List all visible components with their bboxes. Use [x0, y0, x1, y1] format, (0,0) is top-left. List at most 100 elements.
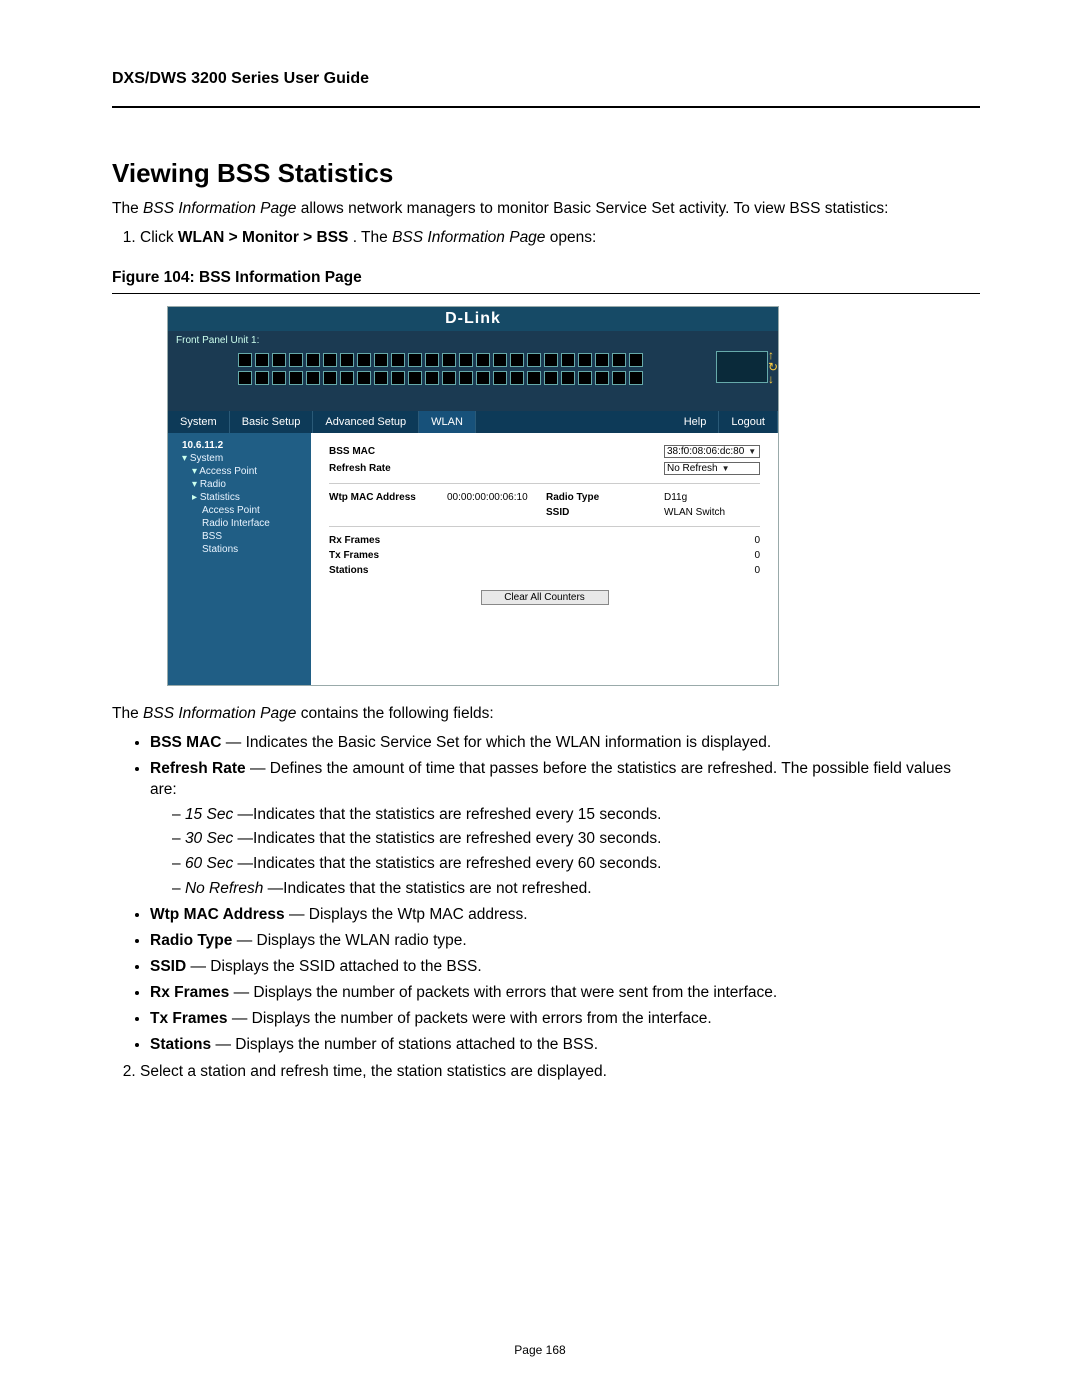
term: Stations: [150, 1036, 211, 1053]
tab-advanced-setup[interactable]: Advanced Setup: [313, 411, 419, 433]
desc: —Indicates that the statistics are refre…: [238, 855, 662, 872]
value-wtp-mac: 00:00:00:00:06:10: [443, 490, 542, 505]
tree-system[interactable]: ▾ System: [172, 452, 307, 465]
steps-list-cont: Select a station and refresh time, the s…: [112, 1062, 980, 1083]
page-number: Page 168: [0, 1343, 1080, 1357]
label-bss-mac: BSS MAC: [325, 443, 443, 460]
content-pane: BSS MAC 38:f0:08:06:dc:80 Refresh Rate N…: [311, 433, 778, 685]
step-2: Select a station and refresh time, the s…: [140, 1062, 980, 1083]
tree-access-point[interactable]: ▾ Access Point: [172, 465, 307, 478]
brand-bar: D-Link: [168, 307, 778, 331]
desc: — Displays the number of stations attach…: [215, 1036, 598, 1053]
nav-tree: 10.6.11.2 ▾ System ▾ Access Point ▾ Radi…: [168, 433, 311, 685]
value-radio-type: D11g: [660, 490, 764, 505]
term: BSS MAC: [150, 734, 221, 751]
opt-no-refresh: No Refresh —Indicates that the statistic…: [172, 879, 980, 900]
tab-basic-setup[interactable]: Basic Setup: [230, 411, 314, 433]
term: Rx Frames: [150, 984, 229, 1001]
clear-counters-button[interactable]: Clear All Counters: [481, 590, 609, 605]
value-tx-frames: 0: [660, 548, 764, 563]
label-stations: Stations: [325, 563, 443, 578]
intro-paragraph: The BSS Information Page allows network …: [112, 199, 980, 220]
text: allows network managers to monitor Basic…: [301, 200, 889, 217]
figure-rule: [112, 293, 980, 294]
tab-system[interactable]: System: [168, 411, 230, 433]
term-em: No Refresh: [185, 880, 263, 897]
value-ssid: WLAN Switch: [660, 505, 764, 520]
tree-statistics[interactable]: ▸ Statistics: [172, 491, 307, 504]
select-bss-mac[interactable]: 38:f0:08:06:dc:80: [664, 445, 760, 458]
tree-stat-access-point[interactable]: Access Point: [172, 504, 307, 517]
tab-logout[interactable]: Logout: [719, 411, 778, 433]
step-1: Click WLAN > Monitor > BSS . The BSS Inf…: [140, 228, 980, 249]
tree-label: System: [190, 453, 223, 464]
tree-ip[interactable]: 10.6.11.2: [172, 439, 307, 452]
term: SSID: [150, 958, 186, 975]
desc: — Displays the Wtp MAC address.: [289, 906, 528, 923]
text-em: BSS Information Page: [392, 229, 545, 246]
text: . The: [353, 229, 392, 246]
collapse-icon: ▾: [182, 453, 190, 464]
term-em: 15 Sec: [185, 806, 233, 823]
text: opens:: [550, 229, 597, 246]
fields-intro: The BSS Information Page contains the fo…: [112, 704, 980, 725]
field-refresh-rate: Refresh Rate — Defines the amount of tim…: [150, 759, 980, 901]
value-stations: 0: [660, 563, 764, 578]
divider: [329, 526, 760, 527]
bss-form: BSS MAC 38:f0:08:06:dc:80 Refresh Rate N…: [325, 443, 764, 578]
figure-bss-page: D-Link Front Panel Unit 1: ↑↻↓ System Ba…: [167, 306, 779, 686]
field-tx-frames: Tx Frames — Displays the number of packe…: [150, 1009, 980, 1030]
desc: — Displays the number of packets were wi…: [232, 1010, 712, 1027]
tree-stat-radio-interface[interactable]: Radio Interface: [172, 517, 307, 530]
label-ssid: SSID: [542, 505, 660, 520]
desc: — Defines the amount of time that passes…: [150, 760, 951, 798]
term: Wtp MAC Address: [150, 906, 285, 923]
expand-icon: ▸: [192, 492, 200, 503]
front-panel: Front Panel Unit 1: ↑↻↓: [168, 331, 778, 411]
field-bss-mac: BSS MAC — Indicates the Basic Service Se…: [150, 733, 980, 754]
divider: [329, 483, 760, 484]
text: The: [112, 705, 143, 722]
section-title: Viewing BSS Statistics: [112, 158, 980, 189]
select-refresh-rate[interactable]: No Refresh: [664, 462, 760, 475]
desc: —Indicates that the statistics are refre…: [238, 830, 662, 847]
header-rule: [112, 106, 980, 108]
term: Refresh Rate: [150, 760, 246, 777]
tree-stat-bss[interactable]: BSS: [172, 530, 307, 543]
term: Radio Type: [150, 932, 232, 949]
text: The: [112, 200, 143, 217]
text-em: BSS Information Page: [143, 200, 296, 217]
text: contains the following fields:: [301, 705, 494, 722]
work-area: 10.6.11.2 ▾ System ▾ Access Point ▾ Radi…: [168, 433, 778, 685]
opt-30s: 30 Sec —Indicates that the statistics ar…: [172, 829, 980, 850]
port-row-1: [238, 353, 708, 367]
field-stations: Stations — Displays the number of statio…: [150, 1035, 980, 1056]
fields-list: BSS MAC — Indicates the Basic Service Se…: [112, 733, 980, 1056]
tab-spacer: [476, 411, 672, 433]
tab-help[interactable]: Help: [672, 411, 720, 433]
serial-port-icon: [716, 351, 768, 383]
running-head: DXS/DWS 3200 Series User Guide: [112, 70, 980, 88]
desc: — Displays the WLAN radio type.: [237, 932, 467, 949]
desc: — Indicates the Basic Service Set for wh…: [226, 734, 771, 751]
term: Tx Frames: [150, 1010, 228, 1027]
label-radio-type: Radio Type: [542, 490, 660, 505]
refresh-options: 15 Sec —Indicates that the statistics ar…: [150, 805, 980, 901]
text-em: BSS Information Page: [143, 705, 296, 722]
term-em: 30 Sec: [185, 830, 233, 847]
field-wtp-mac: Wtp MAC Address — Displays the Wtp MAC a…: [150, 905, 980, 926]
desc: — Displays the number of packets with er…: [234, 984, 778, 1001]
tree-stat-stations[interactable]: Stations: [172, 543, 307, 556]
collapse-icon: ▾: [192, 479, 200, 490]
tab-wlan[interactable]: WLAN: [419, 411, 476, 433]
label-rx-frames: Rx Frames: [325, 533, 443, 548]
tree-label: Access Point: [199, 466, 257, 477]
field-ssid: SSID — Displays the SSID attached to the…: [150, 957, 980, 978]
value-rx-frames: 0: [660, 533, 764, 548]
tree-radio[interactable]: ▾ Radio: [172, 478, 307, 491]
tab-bar: System Basic Setup Advanced Setup WLAN H…: [168, 411, 778, 433]
label-refresh-rate: Refresh Rate: [325, 460, 443, 477]
port-row-2: [238, 371, 708, 385]
opt-15s: 15 Sec —Indicates that the statistics ar…: [172, 805, 980, 826]
opt-60s: 60 Sec —Indicates that the statistics ar…: [172, 854, 980, 875]
